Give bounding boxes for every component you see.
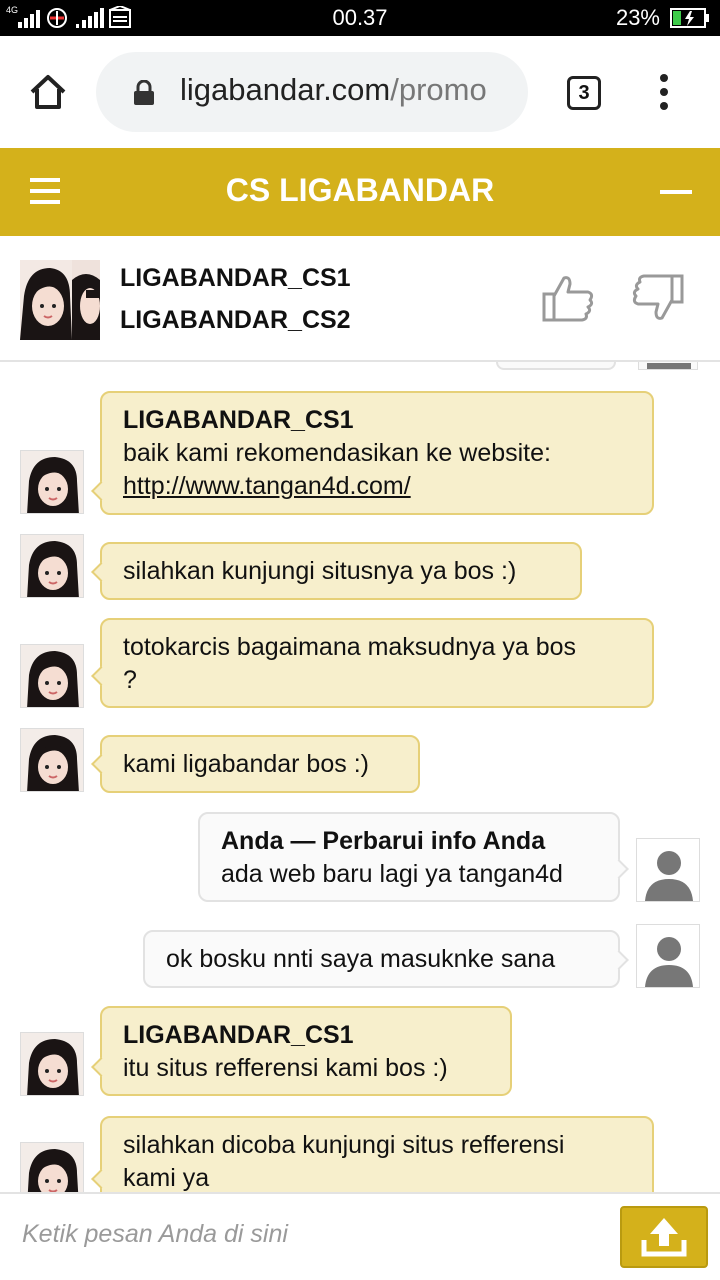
message-text: ada web baru lagi ya tangan4d [221, 860, 563, 888]
agent-message: silahkan dicoba kunjungi situs refferens… [100, 1116, 654, 1192]
agent-name-1: LIGABANDAR_CS1 [120, 264, 351, 292]
message-sender: LIGABANDAR_CS1 [123, 1021, 354, 1049]
browser-toolbar: ligabandar.com/promo 3 [0, 36, 720, 148]
user-icon [636, 924, 700, 988]
message-text: totokarcis bagaimana maksudnya ya bos [123, 633, 577, 661]
my-message: Anda — Perbarui info Anda ada web baru l… [198, 812, 620, 902]
message-text: silahkan kunjungi situsnya ya bos :) [123, 557, 517, 585]
minimize-icon[interactable] [660, 190, 692, 194]
message-input-bar [0, 1192, 720, 1280]
agent-avatar [20, 644, 84, 708]
menu-icon[interactable] [654, 74, 674, 114]
chat-header: CS LIGABANDAR [0, 148, 720, 236]
status-bar: 4G 00.37 23% [0, 0, 720, 36]
agent-avatar [20, 534, 84, 598]
message-text: kami ligabandar bos :) [123, 750, 369, 778]
url-host: ligabandar.com [180, 72, 391, 107]
agent-message: kami ligabandar bos :) [100, 735, 420, 793]
message-text: baik kami rekomendasikan ke website: [123, 439, 551, 467]
thumbs-down-icon[interactable] [632, 274, 684, 322]
home-icon[interactable] [28, 72, 68, 112]
clock: 00.37 [332, 5, 388, 30]
chat-title: CS LIGABANDAR [225, 172, 495, 208]
message-sender: LIGABANDAR_CS1 [123, 406, 354, 434]
my-message: ok bosku nnti saya masuknke sana [143, 930, 620, 988]
message-input[interactable] [22, 1214, 602, 1254]
tab-switcher-button[interactable]: 3 [567, 76, 601, 110]
agent-message: silahkan kunjungi situsnya ya bos :) [100, 542, 582, 600]
send-button[interactable] [620, 1206, 708, 1268]
agent-avatar [20, 450, 84, 514]
user-icon [636, 838, 700, 902]
agent-avatar [20, 1032, 84, 1096]
battery-percent: 23% [615, 5, 660, 30]
message-text: itu situs refferensi kami bos :) [123, 1054, 448, 1082]
previous-bubble-edge [496, 362, 616, 370]
agent-name-2: LIGABANDAR_CS2 [120, 306, 351, 334]
chat-messages[interactable]: LIGABANDAR_CS1 baik kami rekomendasikan … [0, 362, 720, 1192]
agent-avatar [20, 1142, 84, 1192]
agent-avatar-2 [72, 260, 100, 340]
battery-icon [670, 8, 709, 28]
url-text[interactable]: ligabandar.com/promo [180, 72, 510, 108]
message-text: ok bosku nnti saya masuknke sana [166, 945, 556, 973]
thumbs-up-icon[interactable] [542, 274, 594, 322]
agent-avatar-1 [20, 260, 72, 340]
message-text: silahkan dicoba kunjungi situs refferens… [123, 1131, 565, 1159]
agent-avatar [20, 728, 84, 792]
agent-avatars [20, 260, 100, 340]
previous-avatar-edge [638, 362, 698, 370]
message-text: kami ya [123, 1164, 210, 1192]
upload-icon [641, 1218, 687, 1257]
agent-message: totokarcis bagaimana maksudnya ya bos ? [100, 618, 654, 708]
agent-bar: LIGABANDAR_CS1 LIGABANDAR_CS2 [0, 236, 720, 362]
status-icons-right: 23% [616, 5, 710, 31]
message-sender[interactable]: Anda — Perbarui info Anda [221, 827, 545, 855]
url-path: /promo [390, 72, 487, 107]
agent-message: LIGABANDAR_CS1 itu situs refferensi kami… [100, 1006, 512, 1096]
message-link[interactable]: http://www.tangan4d.com/ [123, 472, 411, 500]
address-bar[interactable]: ligabandar.com/promo [96, 52, 528, 132]
message-text: ? [123, 666, 137, 694]
lock-icon [134, 80, 154, 105]
agent-message: LIGABANDAR_CS1 baik kami rekomendasikan … [100, 391, 654, 515]
